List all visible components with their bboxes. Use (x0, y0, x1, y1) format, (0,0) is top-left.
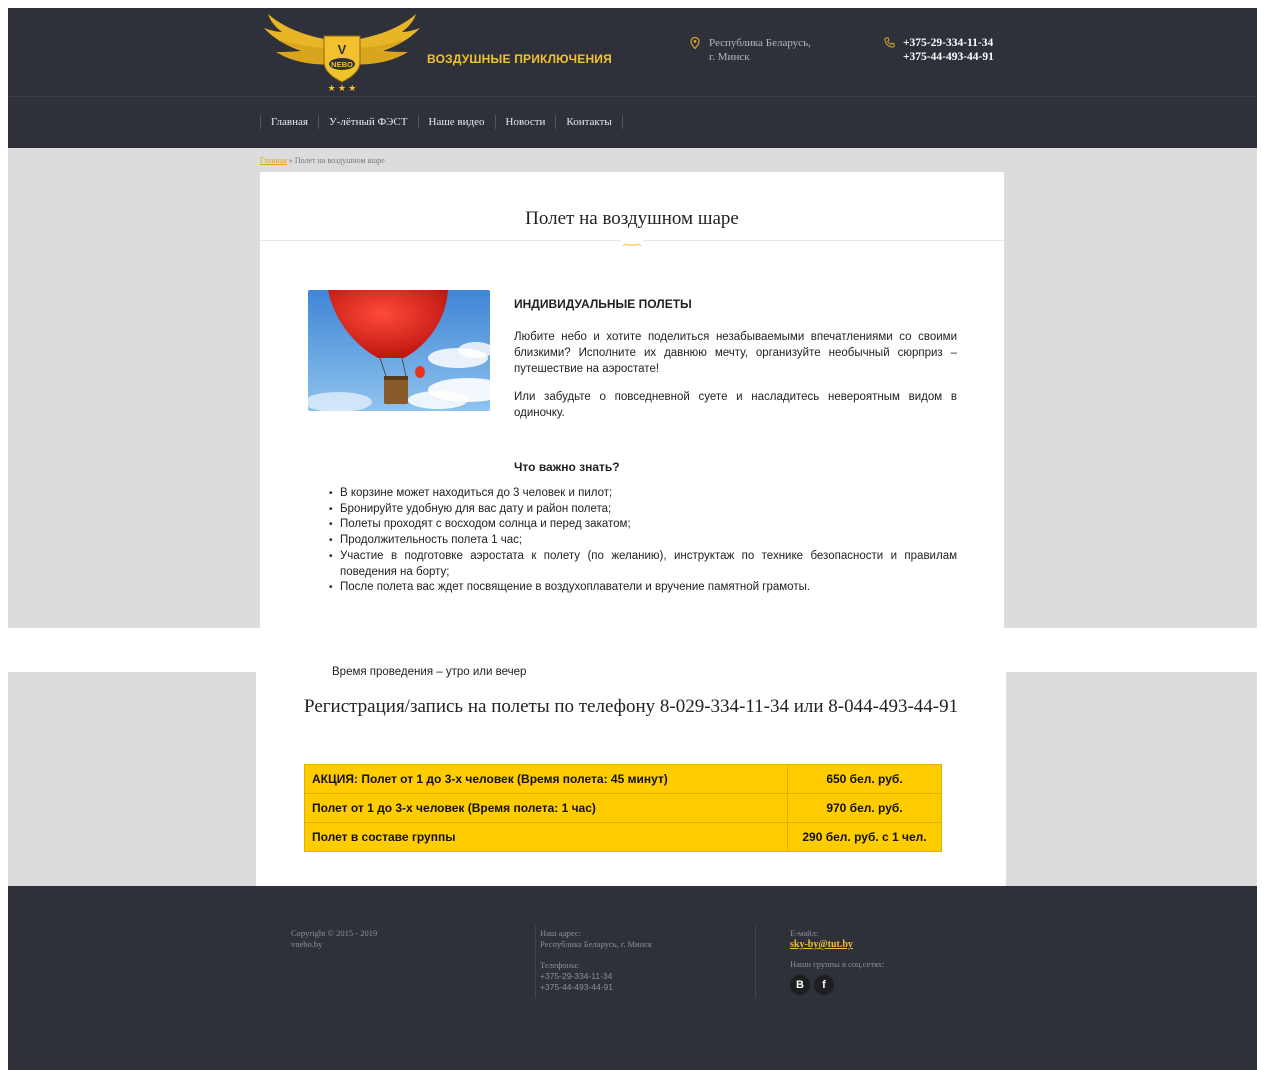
logo-wings-emblem: V NEBO ★ ★ ★ (264, 14, 420, 93)
copyright-text: Copyright © 2015 - 2019 (291, 928, 378, 938)
know-title: Что важно знать? (514, 460, 620, 474)
table-row: Полет в составе группы 290 бел. руб. с 1… (304, 822, 942, 852)
registration-text: Регистрация/запись на полеты по телефону… (304, 696, 959, 717)
logo-badge-word: NEBO (331, 60, 353, 69)
address-line-2: г. Минск (709, 51, 750, 63)
price-table: АКЦИЯ: Полет от 1 до 3-х человек (Время … (304, 764, 942, 852)
nav-item-contacts[interactable]: Контакты (555, 115, 623, 129)
breadcrumb-separator: » (286, 156, 295, 165)
footer-email-link[interactable]: sky-by@tut.by (790, 939, 885, 950)
list-item-partial: Время проведения – утро или вечер (332, 666, 527, 678)
breadcrumb: Главная » Полет на воздушном шаре (260, 156, 385, 165)
nav-item-video[interactable]: Наше видео (417, 115, 496, 129)
header-address: Республика Беларусь, г. Минск (690, 36, 811, 64)
page-bottom-section: Время проведения – утро или вечер Регист… (8, 666, 1257, 1070)
facebook-icon[interactable]: f (814, 975, 834, 995)
list-item: В корзине может находиться до 3 человек … (329, 486, 957, 502)
address-line-1: Республика Беларусь, (709, 37, 811, 49)
page-title: Полет на воздушном шаре (525, 208, 739, 229)
site-header: V NEBO ★ ★ ★ ВОЗДУШНЫЕ ПРИКЛЮЧЕНИЯ Респу… (8, 8, 1257, 96)
footer-copyright-col: Copyright © 2015 - 2019 vnebo.by (291, 928, 377, 950)
breadcrumb-home-link[interactable]: Главная (260, 156, 287, 165)
content-card: Полет на воздушном шаре ИНДИВИДУАЛЬНЫЕ П… (260, 172, 1004, 628)
balloon-photo (308, 290, 490, 411)
content-card-continued: Время проведения – утро или вечер Регист… (256, 666, 1006, 886)
header-phones: +375-29-334-11-34 +375-44-493-44-91 (884, 36, 994, 64)
breadcrumb-current: Полет на воздушном шаре (294, 156, 385, 165)
footer-address: Республика Беларусь, г. Минск (540, 939, 653, 949)
phones-label: Телефоны: (540, 960, 580, 970)
price-name: Полет в составе группы (304, 822, 788, 852)
list-item: После полета вас ждет посвящение в возду… (329, 580, 957, 596)
list-item: Участие в подготовке аэростата к полету … (329, 549, 957, 580)
site-name: vnebo.by (291, 939, 323, 949)
social-links: В f (790, 975, 885, 995)
site-footer: Copyright © 2015 - 2019 vnebo.by Наш адр… (8, 886, 1257, 1070)
footer-phone-2[interactable]: +375-44-493-44-91 (540, 982, 652, 993)
phone-icon (884, 37, 895, 52)
header-phone-1[interactable]: +375-29-334-11-34 (903, 36, 994, 50)
site-logo[interactable]: V NEBO ★ ★ ★ (262, 10, 422, 93)
price-value: 970 бел. руб. (787, 793, 942, 823)
price-name: АКЦИЯ: Полет от 1 до 3-х человек (Время … (304, 764, 788, 794)
list-item: Полеты проходят с восходом солнца и пере… (329, 517, 957, 533)
page-top-section: V NEBO ★ ★ ★ ВОЗДУШНЫЕ ПРИКЛЮЧЕНИЯ Респу… (8, 8, 1257, 628)
logo-text[interactable]: ВОЗДУШНЫЕ ПРИКЛЮЧЕНИЯ (427, 52, 612, 66)
footer-divider (755, 926, 756, 998)
footer-divider (535, 926, 536, 998)
vk-icon[interactable]: В (790, 975, 810, 995)
footer-contacts-col: Наш адрес: Республика Беларусь, г. Минск… (540, 928, 652, 993)
main-nav: Главная У-лётный ФЭСТ Наше видео Новости… (8, 96, 1257, 148)
nav-item-news[interactable]: Новости (494, 115, 557, 129)
logo-badge-letter: V (338, 42, 347, 57)
intro-paragraph-1: Любите небо и хотите поделиться незабыва… (514, 331, 957, 375)
nav-item-home[interactable]: Главная (260, 115, 319, 129)
price-value: 290 бел. руб. с 1 чел. (787, 822, 942, 852)
footer-phone-1[interactable]: +375-29-334-11-34 (540, 971, 652, 982)
header-phone-2[interactable]: +375-44-493-44-91 (903, 50, 994, 64)
table-row: АКЦИЯ: Полет от 1 до 3-х человек (Время … (304, 764, 942, 794)
address-label: Наш адрес: (540, 928, 582, 938)
map-pin-icon (690, 36, 700, 53)
footer-email-col: E-майл: sky-by@tut.by Наши группы в соц.… (790, 928, 885, 995)
price-value: 650 бел. руб. (787, 764, 942, 794)
social-label: Наши группы в соц.сетях: (790, 959, 885, 969)
svg-text:★ ★ ★: ★ ★ ★ (328, 83, 357, 92)
nav-item-fest[interactable]: У-лётный ФЭСТ (317, 115, 419, 129)
list-item: Бронируйте удобную для вас дату и район … (329, 502, 957, 518)
intro-paragraph-2: Или забудьте о повседневной суете и насл… (514, 391, 957, 419)
know-list: В корзине может находиться до 3 человек … (329, 486, 957, 596)
table-row: Полет от 1 до 3-х человек (Время полета:… (304, 793, 942, 823)
price-name: Полет от 1 до 3-х человек (Время полета:… (304, 793, 788, 823)
list-item: Продолжительность полета 1 час; (329, 533, 957, 549)
email-label: E-майл: (790, 928, 819, 938)
divider-ornament-icon (621, 236, 643, 247)
section-title: ИНДИВИДУАЛЬНЫЕ ПОЛЕТЫ (514, 297, 692, 311)
